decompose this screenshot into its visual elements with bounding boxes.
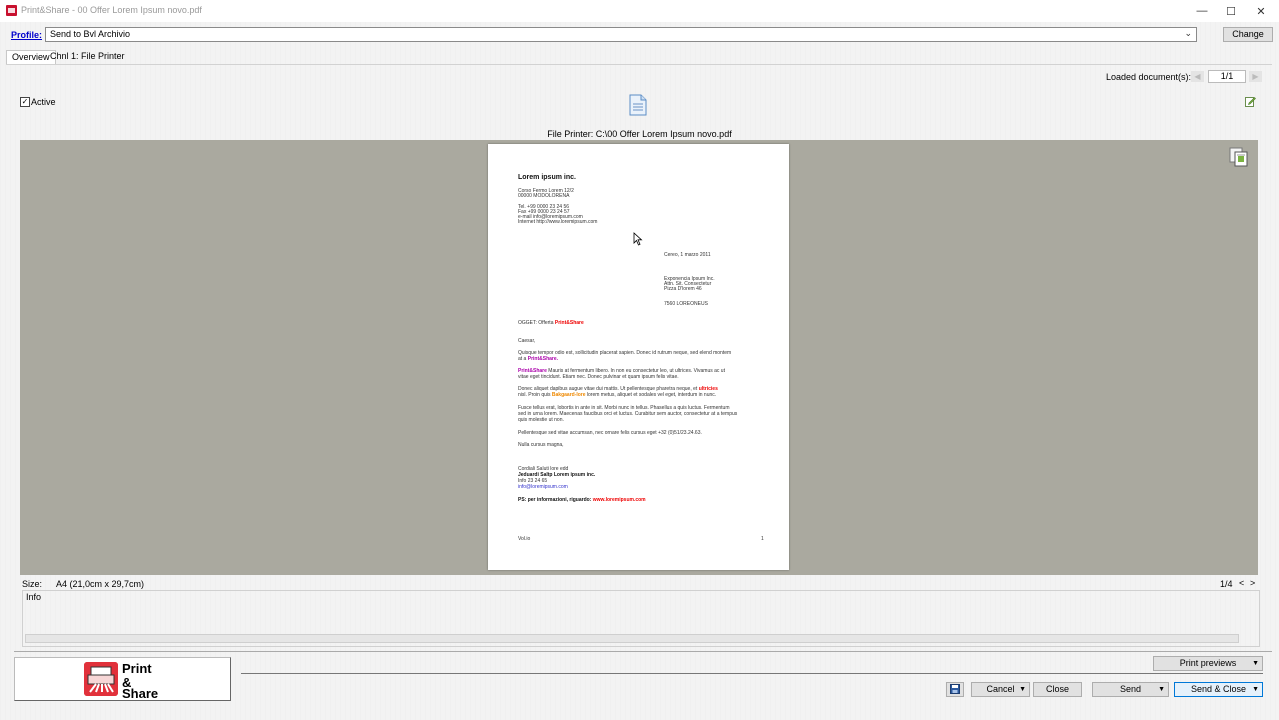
letter-paragraph: quis molestie ut non.	[518, 417, 564, 423]
logo-text-print: Print	[122, 661, 152, 676]
page-indicator: 1/4	[1220, 579, 1233, 589]
letter-footer-left: Vol.io	[518, 536, 531, 542]
app-icon	[6, 5, 17, 16]
letter-footer-right: 1	[761, 536, 764, 542]
maximize-button[interactable]: ☐	[1216, 0, 1246, 22]
previous-page-button[interactable]: <	[1239, 578, 1244, 588]
letter-address-line: 00000 MODOLORENA	[518, 193, 570, 199]
print-share-logo-icon	[84, 662, 118, 696]
profile-link[interactable]: Profile:	[11, 30, 42, 40]
active-label: Active	[31, 97, 56, 107]
horizontal-scrollbar[interactable]	[25, 634, 1239, 643]
separator	[14, 651, 1272, 652]
change-button[interactable]: Change	[1223, 27, 1273, 42]
letter-paragraph: nisl. Proin quis Bakgaard-lore lorem met…	[518, 392, 717, 398]
document-icon	[629, 94, 647, 116]
loaded-documents-label: Loaded document(s):	[1106, 72, 1192, 82]
letter-paragraph: vitae eget tincidunt. Etiam nec. Donec p…	[518, 374, 679, 380]
send-and-close-label: Send & Close	[1190, 684, 1247, 694]
letter-greeting: Caesar,	[518, 338, 536, 344]
close-button[interactable]: Close	[1033, 682, 1082, 697]
chevron-down-icon: ⌄	[1184, 28, 1192, 38]
active-checkbox[interactable]: ✓	[20, 97, 30, 107]
profile-select[interactable]: Send to Bvl Archivio ⌄	[45, 27, 1197, 42]
next-document-button[interactable]: ▶	[1249, 71, 1262, 82]
letter-recipient-line: Pizza D'lorem 46	[664, 286, 702, 292]
preview-area[interactable]: Lorem ipsum inc. Corso Fermo Lorem 12/2 …	[20, 140, 1258, 575]
previous-document-button[interactable]: ◀	[1191, 71, 1204, 82]
preview-page: Lorem ipsum inc. Corso Fermo Lorem 12/2 …	[488, 144, 789, 570]
file-printer-caption: File Printer: C:\00 Offer Lorem Ipsum no…	[547, 129, 732, 139]
close-window-button[interactable]: ✕	[1246, 0, 1276, 22]
letter-contact-line: Internet http://www.loremipsum.com	[518, 219, 598, 225]
letter-date: Cereo, 1 marzo 2011	[664, 252, 711, 258]
edit-icon[interactable]	[1245, 96, 1256, 107]
letter-paragraph: Pellentesque sed vitae accumsan, nec orn…	[518, 430, 702, 436]
window-title: Print&Share - 00 Offer Lorem Ipsum novo.…	[21, 5, 202, 15]
tab-divider	[6, 64, 1272, 65]
save-icon	[950, 684, 960, 694]
chevron-down-icon: ▼	[1019, 686, 1026, 693]
document-counter: 1/1	[1208, 70, 1246, 83]
letter-signature-line: info@loremipsum.com	[518, 484, 568, 490]
letter-recipient-city: 7560 LOREONEUS	[664, 301, 708, 307]
letter-company: Lorem ipsum inc.	[518, 174, 576, 181]
profile-select-value: Send to Bvl Archivio	[50, 29, 131, 39]
cancel-button[interactable]: Cancel ▼	[971, 682, 1030, 697]
print-previews-dropdown[interactable]: Print previews ▼	[1153, 656, 1263, 671]
next-page-button[interactable]: >	[1250, 578, 1255, 588]
chevron-down-icon: ▼	[1158, 686, 1165, 693]
send-label: Send	[1119, 684, 1142, 694]
send-button[interactable]: Send ▼	[1092, 682, 1169, 697]
mouse-cursor-icon	[633, 232, 643, 246]
copy-pages-icon[interactable]	[1229, 147, 1249, 167]
send-and-close-button[interactable]: Send & Close ▼	[1174, 682, 1263, 697]
bottom-divider	[241, 673, 1263, 674]
print-previews-label: Print previews	[1179, 658, 1237, 668]
info-label: Info	[26, 592, 42, 602]
size-value: A4 (21,0cm x 29,7cm)	[56, 579, 145, 589]
cancel-label: Cancel	[986, 684, 1015, 694]
title-bar: Print&Share - 00 Offer Lorem Ipsum novo.…	[0, 0, 1279, 22]
letter-subject: OGGET: Offerta Print&Share	[518, 320, 584, 326]
letter-closing: Nulla cursus magna,	[518, 442, 564, 448]
chevron-down-icon: ▼	[1252, 686, 1259, 693]
letter-paragraph: at a Print&Share.	[518, 356, 559, 362]
print-share-logo: Print & Share	[14, 657, 231, 701]
logo-text-share: Share	[122, 686, 159, 701]
letter-ps: PS: per informazioni, riguardo: www.lore…	[518, 497, 646, 503]
tab-file-printer[interactable]: Chnl 1: File Printer	[45, 50, 130, 63]
chevron-down-icon: ▼	[1252, 660, 1259, 667]
save-button[interactable]	[946, 682, 964, 697]
size-label: Size:	[22, 579, 43, 589]
minimize-button[interactable]: —	[1187, 0, 1217, 22]
